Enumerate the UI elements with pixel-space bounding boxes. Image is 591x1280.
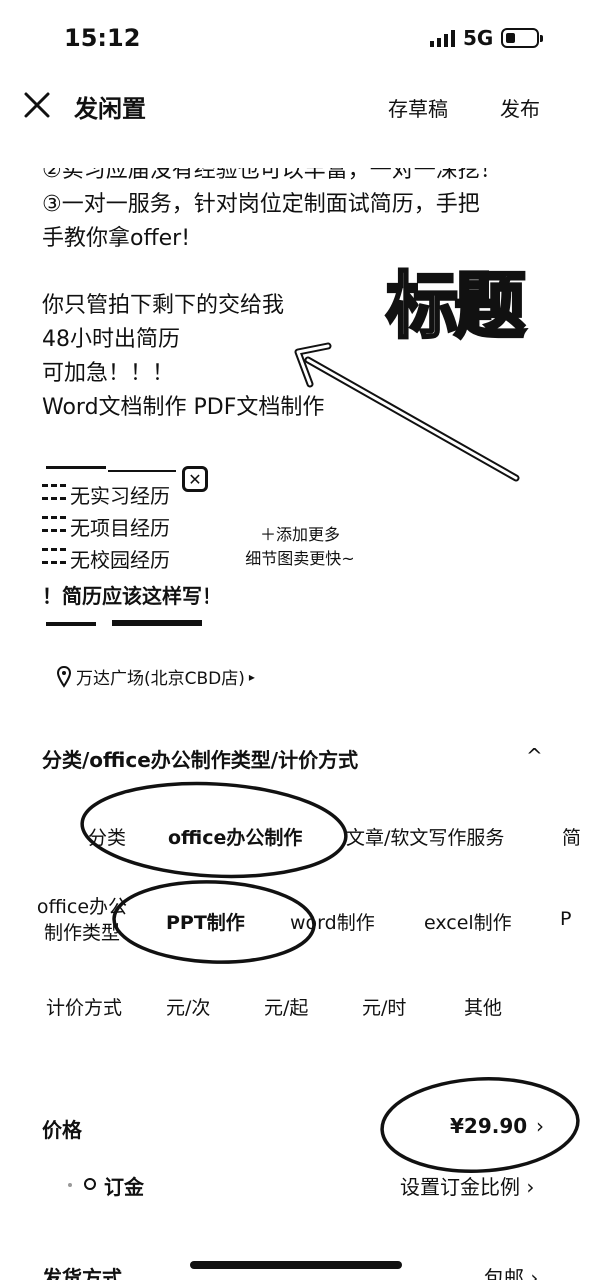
location-pin-icon [56, 665, 72, 688]
type-option-excel[interactable]: excel制作 [424, 908, 512, 935]
thumbnail-scribble [46, 466, 106, 469]
pricing-option-per-time[interactable]: 元/次 [166, 993, 210, 1020]
set-deposit-ratio-button[interactable]: 设置订金比例 › [400, 1171, 534, 1200]
chevron-right-icon[interactable]: › [536, 1114, 544, 1138]
thumbnail-line: ！简历应该这样写！ [42, 584, 208, 608]
type-option-ppt[interactable]: PPT制作 [166, 908, 245, 935]
status-time: 15:12 [64, 24, 141, 52]
description-line: 手教你拿offer! [42, 226, 191, 251]
pricing-option-other[interactable]: 其他 [464, 993, 502, 1020]
deposit-label: 订金 [104, 1175, 144, 1199]
thumbnail-scribble [108, 470, 176, 472]
pricing-row-label: 计价方式 [46, 997, 123, 1019]
type-label-line: office办公 [36, 896, 128, 918]
thumbnail-line: 无实习经历 [70, 484, 170, 508]
category-row-label: 分类 [88, 827, 127, 849]
price-label: 价格 [42, 1118, 82, 1142]
home-indicator [190, 1261, 402, 1269]
category-option-writing[interactable]: 文章/软文写作服务 [346, 823, 504, 850]
type-option-more[interactable]: P [560, 908, 591, 930]
pricing-option-from[interactable]: 元/起 [264, 993, 308, 1020]
signal-icon [430, 29, 455, 47]
category-option-office[interactable]: office办公制作 [168, 823, 302, 850]
thumbnail-line: 无项目经历 [70, 516, 170, 540]
close-icon[interactable] [22, 90, 52, 120]
annotation-title-label: 标题 [384, 264, 527, 348]
collapse-icon[interactable]: ^ [526, 744, 543, 768]
pricing-option-per-hour[interactable]: 元/时 [362, 993, 406, 1020]
price-value[interactable]: ¥29.90 [450, 1114, 527, 1138]
deposit-radio[interactable] [84, 1178, 96, 1190]
publish-button[interactable]: 发布 [500, 93, 540, 122]
photo-thumbnail[interactable]: ✕ 无实习经历 无项目经历 无校园经历 ！简历应该这样写！ [42, 462, 208, 632]
battery-icon [501, 28, 544, 48]
thumbnail-bullet [42, 548, 66, 564]
save-draft-button[interactable]: 存草稿 [388, 93, 448, 122]
description-line: 可加急！！！ [42, 361, 175, 386]
add-more-hint: 细节图卖更快~ [245, 549, 355, 568]
type-label-line: 制作类型 [43, 922, 120, 944]
thumbnail-bullet [42, 516, 66, 532]
thumbnail-scribble [112, 620, 202, 626]
status-indicators: 5G [430, 26, 544, 50]
thumbnail-line: 无校园经历 [70, 548, 170, 572]
category-option-more[interactable]: 简 [562, 823, 591, 850]
type-row-label: office办公 制作类型 [32, 894, 132, 946]
thumbnail-bullet [42, 484, 66, 500]
shipping-option-button[interactable]: 包邮 › [484, 1262, 538, 1280]
category-section-title: 分类/office办公制作类型/计价方式 [42, 748, 359, 772]
add-more-label: ＋添加更多 [259, 525, 340, 544]
location-selector[interactable]: 万达广场(北京CBD店) ▸ [56, 664, 255, 689]
deposit-dot [68, 1183, 72, 1187]
network-label: 5G [463, 26, 494, 50]
shipping-label: 发货方式 [42, 1266, 122, 1280]
description-line: ③一对一服务，针对岗位定制面试简历，手把 [42, 192, 480, 217]
description-line: ②实习应届没有经验也可以丰富，一对一深挖！ [42, 168, 502, 183]
delete-photo-icon[interactable]: ✕ [182, 466, 208, 492]
type-option-word[interactable]: word制作 [290, 908, 375, 935]
location-arrow-icon: ▸ [248, 669, 255, 684]
thumbnail-scribble [46, 622, 96, 626]
add-more-photos-button[interactable]: ＋添加更多 细节图卖更快~ [232, 523, 368, 571]
location-text: 万达广场(北京CBD店) [76, 669, 245, 689]
description-line: Word文档制作 PDF文档制作 [42, 395, 325, 420]
page-title: 发闲置 [74, 95, 146, 123]
